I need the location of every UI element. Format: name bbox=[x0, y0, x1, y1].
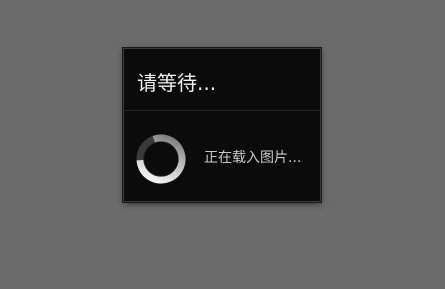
dialog-header: 请等待... bbox=[124, 49, 320, 111]
progress-dialog: 请等待... 正在载入图片... bbox=[123, 48, 321, 202]
loading-spinner-icon bbox=[134, 132, 188, 186]
dialog-title: 请等待... bbox=[137, 71, 217, 95]
loading-message: 正在载入图片... bbox=[204, 150, 302, 166]
dialog-body: 正在载入图片... bbox=[124, 111, 320, 201]
